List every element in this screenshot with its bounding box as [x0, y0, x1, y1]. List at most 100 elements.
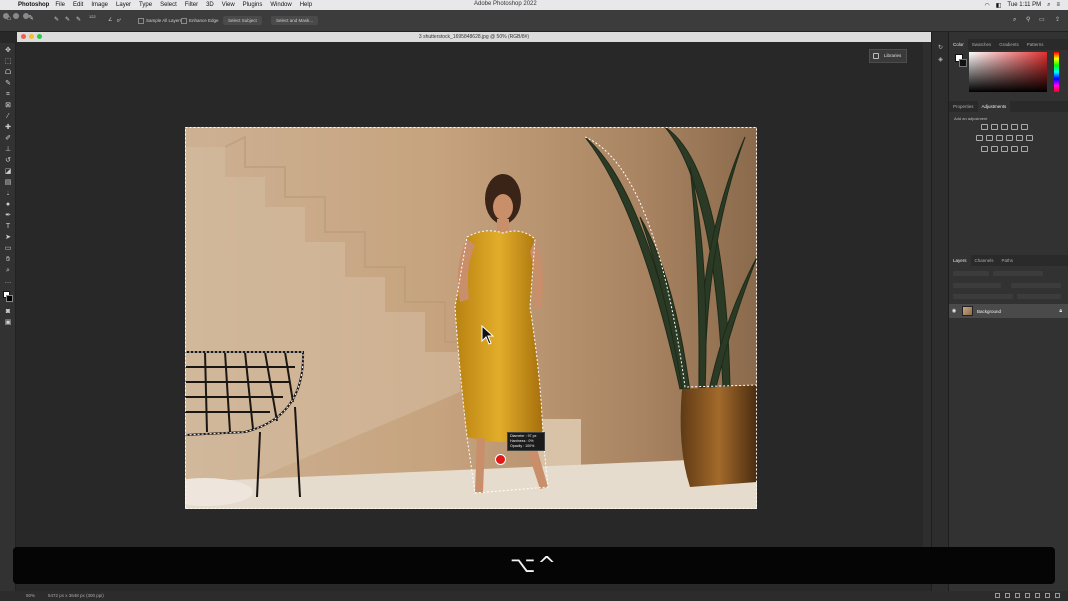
lasso-tool-icon[interactable]: ᗝ — [3, 68, 13, 78]
add-mask-icon[interactable] — [1015, 593, 1020, 598]
trash-icon[interactable] — [1055, 593, 1060, 598]
gradient-tool-icon[interactable]: ▤ — [3, 178, 13, 188]
layer-filter-icons[interactable] — [993, 271, 1043, 276]
zoom-window-button[interactable] — [23, 13, 29, 19]
crop-tool-icon[interactable]: ⌗ — [3, 90, 13, 100]
wifi-icon[interactable]: ◠ — [985, 2, 990, 9]
close-document-button[interactable] — [21, 34, 26, 39]
background-color-swatch[interactable] — [6, 295, 13, 302]
brush-size-readout[interactable]: 122 — [89, 12, 96, 21]
hue-slider[interactable] — [1054, 52, 1059, 92]
menu-file[interactable]: File — [55, 2, 65, 8]
background-color-swatch[interactable] — [959, 59, 967, 67]
path-selection-tool-icon[interactable]: ➤ — [3, 233, 13, 243]
subtract-from-selection-icon[interactable]: ✎ — [76, 16, 81, 25]
comments-icon[interactable]: ◈ — [936, 56, 945, 65]
quick-mask-icon[interactable]: ◙ — [3, 307, 13, 317]
move-tool-icon[interactable]: ✥ — [3, 46, 13, 56]
more-tools-icon[interactable]: … — [3, 277, 13, 287]
menu-type[interactable]: Type — [139, 2, 152, 8]
menu-list-icon[interactable]: ≡ — [1056, 2, 1060, 8]
eyedropper-tool-icon[interactable]: ⁄ — [3, 112, 13, 122]
app-menu[interactable]: Photoshop — [18, 2, 49, 8]
zoom-document-button[interactable] — [37, 34, 42, 39]
menu-edit[interactable]: Edit — [73, 2, 83, 8]
clock[interactable]: Tue 1:11 PM — [1007, 2, 1041, 8]
add-to-selection-icon[interactable]: ✎ — [65, 16, 70, 25]
hue-saturation-icon[interactable] — [975, 135, 983, 141]
lock-controls[interactable] — [953, 294, 1013, 299]
visibility-eye-icon[interactable]: ◉ — [949, 308, 959, 314]
tab-swatches[interactable]: Swatches — [968, 39, 996, 50]
vibrance-icon[interactable] — [1020, 124, 1028, 130]
marquee-tool-icon[interactable]: ⬚ — [3, 57, 13, 67]
layer-row-background[interactable]: ◉ Background 🔒︎ — [949, 304, 1068, 318]
photo-filter-icon[interactable] — [1005, 135, 1013, 141]
menu-filter[interactable]: Filter — [185, 2, 198, 8]
channel-mixer-icon[interactable] — [1015, 135, 1023, 141]
fill-field[interactable] — [1017, 294, 1061, 299]
search-icon[interactable]: ⌕ — [1047, 2, 1050, 9]
gradient-map-icon[interactable] — [1010, 146, 1018, 152]
menu-window[interactable]: Window — [270, 2, 291, 8]
layer-kind-filter[interactable] — [953, 271, 989, 276]
black-white-icon[interactable] — [995, 135, 1003, 141]
menu-image[interactable]: Image — [91, 2, 108, 8]
threshold-icon[interactable] — [1000, 146, 1008, 152]
history-brush-tool-icon[interactable]: ↺ — [3, 156, 13, 166]
angle-value[interactable]: 0° — [117, 16, 121, 25]
healing-brush-tool-icon[interactable]: ✚ — [3, 123, 13, 133]
opacity-field[interactable] — [1011, 283, 1061, 288]
posterize-icon[interactable] — [990, 146, 998, 152]
document-tab[interactable]: 3 shutterstock_1695848628.jpg @ 50% (RGB… — [17, 32, 931, 42]
menu-layer[interactable]: Layer — [116, 2, 131, 8]
shape-tool-icon[interactable]: ▭ — [3, 244, 13, 254]
invert-icon[interactable] — [980, 146, 988, 152]
type-tool-icon[interactable]: T — [3, 222, 13, 232]
history-icon[interactable]: ↻ — [936, 44, 945, 53]
color-picker-field[interactable] — [969, 52, 1047, 92]
control-center-icon[interactable]: ◧ — [996, 2, 1002, 9]
selective-color-icon[interactable] — [1020, 146, 1028, 152]
angle-icon[interactable]: ∠ — [108, 16, 112, 25]
quick-selection-tool-icon[interactable]: ✎ — [3, 79, 13, 89]
curves-icon[interactable] — [1000, 124, 1008, 130]
tab-color[interactable]: Color — [949, 39, 968, 50]
new-selection-icon[interactable]: ✎ — [54, 16, 59, 25]
zoom-level[interactable]: 50% — [26, 591, 35, 601]
menu-3d[interactable]: 3D — [206, 2, 214, 8]
menu-plugins[interactable]: Plugins — [243, 2, 263, 8]
frame-tool-icon[interactable]: ⊠ — [3, 101, 13, 111]
color-balance-icon[interactable] — [985, 135, 993, 141]
workspace-icon[interactable]: ▭ — [1039, 16, 1045, 25]
dodge-tool-icon[interactable]: ● — [3, 200, 13, 210]
close-window-button[interactable] — [3, 13, 9, 19]
vertical-scrollbar[interactable] — [923, 42, 931, 581]
new-layer-icon[interactable] — [1045, 593, 1050, 598]
tab-channels[interactable]: Channels — [971, 255, 998, 266]
screen-mode-icon[interactable]: ▣ — [3, 318, 13, 328]
link-layers-icon[interactable] — [995, 593, 1000, 598]
libraries-button[interactable]: Libraries — [869, 49, 907, 63]
blur-tool-icon[interactable]: 💧︎ — [3, 189, 13, 199]
minimize-document-button[interactable] — [29, 34, 34, 39]
brightness-contrast-icon[interactable] — [980, 124, 988, 130]
share-icon[interactable]: ⇪ — [1055, 16, 1060, 25]
search-icon[interactable]: ⌕ — [1013, 16, 1016, 25]
menu-select[interactable]: Select — [160, 2, 177, 8]
minimize-window-button[interactable] — [13, 13, 19, 19]
select-subject-button[interactable]: Select Subject — [223, 16, 262, 25]
menu-view[interactable]: View — [222, 2, 235, 8]
pen-tool-icon[interactable]: ✒︎ — [3, 211, 13, 221]
tab-gradients[interactable]: Gradients — [995, 39, 1023, 50]
clone-stamp-tool-icon[interactable]: ⊥ — [3, 145, 13, 155]
enhance-edge-checkbox[interactable]: Enhance Edge — [181, 16, 219, 25]
levels-icon[interactable] — [990, 124, 998, 130]
eraser-tool-icon[interactable]: ◪ — [3, 167, 13, 177]
color-lookup-icon[interactable] — [1025, 135, 1033, 141]
exposure-icon[interactable] — [1010, 124, 1018, 130]
adjustment-layer-icon[interactable] — [1025, 593, 1030, 598]
tab-adjustments[interactable]: Adjustments — [977, 101, 1011, 112]
brush-tool-icon[interactable]: ✐ — [3, 134, 13, 144]
hand-tool-icon[interactable]: ✋︎ — [3, 255, 13, 265]
